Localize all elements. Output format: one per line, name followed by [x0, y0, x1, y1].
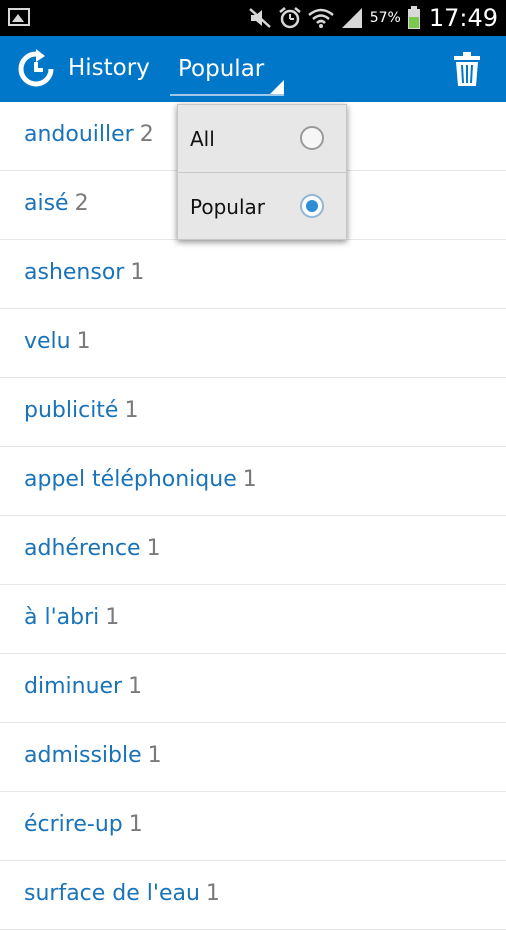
word-label: adhérence 1	[24, 536, 161, 561]
list-item[interactable]: adhérence 1	[0, 516, 506, 585]
status-bar: 57% 17:49	[0, 0, 506, 36]
count-label: 1	[242, 467, 257, 492]
list-item[interactable]: diminuer 1	[0, 654, 506, 723]
radio-checked-icon[interactable]	[300, 194, 324, 218]
word-label: andouiller 2	[24, 122, 154, 147]
action-bar: History Popular	[0, 36, 506, 102]
filter-dropdown-menu: All Popular	[177, 104, 347, 240]
word-label: velu 1	[24, 329, 91, 354]
list-item[interactable]: publicité 1	[0, 378, 506, 447]
spinner-arrow-icon	[270, 80, 284, 94]
count-label: 1	[130, 260, 145, 285]
word-label: admissible 1	[24, 743, 162, 768]
radio-unchecked-icon[interactable]	[300, 126, 324, 150]
dropdown-option-all[interactable]: All	[178, 105, 346, 173]
dropdown-option-popular[interactable]: Popular	[178, 173, 346, 240]
list-item[interactable]: admissible 1	[0, 723, 506, 792]
filter-spinner[interactable]: Popular	[170, 48, 284, 96]
mute-icon	[248, 8, 271, 28]
word-label: écrire-up 1	[24, 812, 143, 837]
count-label: 1	[76, 329, 91, 354]
trash-icon[interactable]	[454, 52, 480, 86]
app-title: History	[68, 55, 150, 81]
word-label: ashensor 1	[24, 260, 145, 285]
count-label: 1	[105, 605, 120, 630]
battery-icon	[407, 6, 420, 29]
list-item[interactable]: ashensor 1	[0, 240, 506, 309]
word-label: appel téléphonique 1	[24, 467, 257, 492]
signal-icon	[341, 8, 362, 28]
word-label: diminuer 1	[24, 674, 143, 699]
clock: 17:49	[428, 4, 498, 32]
status-icons: 57% 17:49	[248, 0, 498, 36]
count-label: 2	[139, 122, 154, 147]
count-label: 1	[128, 812, 143, 837]
list-item[interactable]: surface de l'eau 1	[0, 861, 506, 930]
count-label: 1	[128, 674, 143, 699]
list-item[interactable]: à l'abri 1	[0, 585, 506, 654]
alarm-icon	[278, 7, 301, 29]
battery-percent: 57%	[369, 10, 401, 26]
word-label: surface de l'eau 1	[24, 881, 220, 906]
count-label: 1	[146, 536, 161, 561]
count-label: 2	[74, 191, 89, 216]
count-label: 1	[205, 881, 220, 906]
history-logo-icon[interactable]	[16, 49, 56, 89]
dropdown-option-label: Popular	[190, 195, 265, 219]
word-label: à l'abri 1	[24, 605, 120, 630]
image-notification-icon	[8, 8, 30, 26]
dropdown-option-label: All	[190, 127, 215, 151]
count-label: 1	[147, 743, 162, 768]
word-label: publicité 1	[24, 398, 139, 423]
wifi-icon	[307, 8, 334, 28]
word-label: aisé 2	[24, 191, 89, 216]
list-item[interactable]: écrire-up 1	[0, 792, 506, 861]
list-item[interactable]: velu 1	[0, 309, 506, 378]
count-label: 1	[124, 398, 139, 423]
list-item[interactable]: appel téléphonique 1	[0, 447, 506, 516]
filter-spinner-value: Popular	[178, 56, 265, 82]
